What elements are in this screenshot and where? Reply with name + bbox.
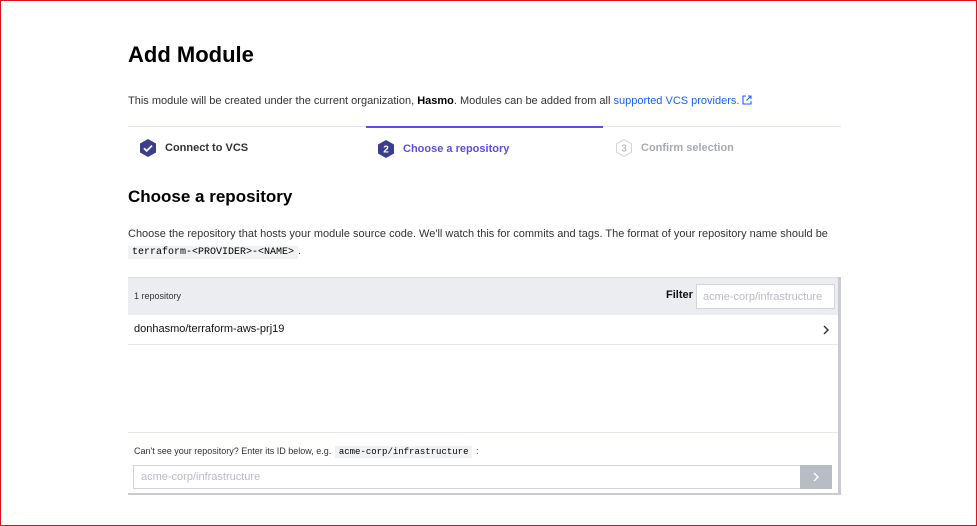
repository-row[interactable]: donhasmo/terraform-aws-prj19: [128, 315, 838, 345]
step-choose-repository[interactable]: 2 Choose a repository: [366, 126, 603, 169]
step-number: 2: [383, 144, 389, 155]
repository-panel: 1 repository Filter donhasmo/terraform-a…: [128, 277, 841, 495]
description-suffix: .: [298, 245, 302, 257]
external-link-icon: [742, 95, 753, 105]
repository-list-empty-space: [128, 345, 838, 432]
intro-prefix: This module will be created under the cu…: [128, 95, 418, 107]
repository-panel-header: 1 repository Filter: [128, 277, 838, 315]
organization-name: Hasmo: [417, 95, 454, 107]
manual-entry-label: Can't see your repository? Enter its ID …: [134, 446, 479, 458]
submit-repository-id-button[interactable]: [800, 465, 832, 489]
stepper: Connect to VCS 2 Choose a repository 3 C…: [128, 126, 841, 168]
section-title: Choose a repository: [128, 187, 293, 206]
step-label: Connect to VCS: [165, 142, 249, 154]
chevron-right-icon: [823, 325, 829, 335]
repository-count: 1 repository: [134, 291, 182, 301]
step-confirm-selection: 3 Confirm selection: [614, 127, 734, 169]
step-number: 3: [621, 144, 627, 155]
step-label: Choose a repository: [403, 142, 510, 155]
filter-input[interactable]: [696, 284, 835, 309]
step-connect-vcs[interactable]: Connect to VCS: [138, 127, 248, 169]
filter-label: Filter: [666, 289, 693, 301]
supported-vcs-link-label: supported VCS providers.: [613, 95, 740, 107]
step-complete-badge: [138, 138, 158, 158]
intro-middle: . Modules can be added from all: [453, 95, 614, 107]
section-description: Choose the repository that hosts your mo…: [128, 226, 841, 261]
repo-name-format-code: terraform-<PROVIDER>-<NAME>: [128, 246, 299, 259]
repository-id-input[interactable]: [133, 465, 801, 489]
supported-vcs-link[interactable]: supported VCS providers.: [614, 95, 753, 107]
manual-entry-text: Can't see your repository? Enter its ID …: [134, 446, 332, 456]
step-number-hexagon: 3: [616, 138, 632, 158]
check-icon: [140, 139, 156, 157]
step-number-badge: 3: [614, 138, 634, 158]
repository-name: donhasmo/terraform-aws-prj19: [134, 323, 285, 335]
manual-entry-example-code: acme-corp/infrastructure: [334, 446, 473, 458]
step-number-hexagon: 2: [378, 139, 394, 158]
step-label: Confirm selection: [641, 142, 734, 154]
step-number-badge: 2: [376, 139, 396, 159]
intro-text: This module will be created under the cu…: [128, 95, 753, 107]
chevron-right-icon: [813, 472, 819, 482]
manual-entry-suffix: :: [475, 446, 479, 456]
page-title: Add Module: [128, 42, 254, 67]
manual-repository-entry: Can't see your repository? Enter its ID …: [128, 432, 838, 493]
description-text: Choose the repository that hosts your mo…: [128, 228, 828, 240]
